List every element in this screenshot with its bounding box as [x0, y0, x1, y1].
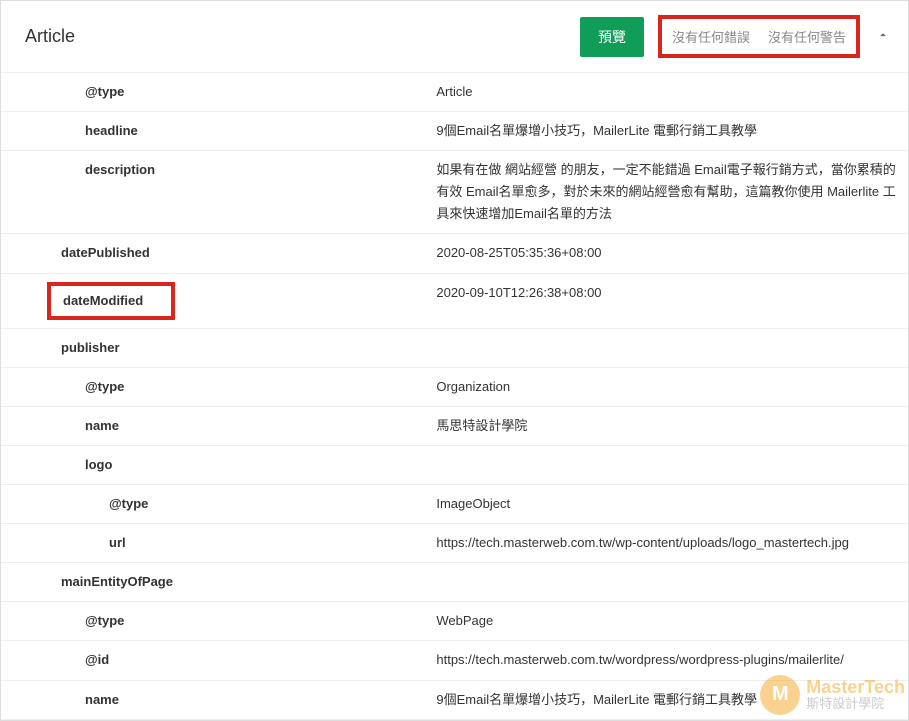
property-key: dateModified: [47, 282, 175, 320]
property-key: @type: [1, 610, 124, 632]
property-value: 9個Email名單爆增小技巧，MailerLite 電郵行銷工具教學: [436, 680, 908, 719]
table-row: dateModified 2020-09-10T12:26:38+08:00: [1, 273, 908, 328]
properties-table: @type Article headline 9個Email名單爆增小技巧，Maile…: [1, 73, 908, 720]
structured-data-panel: Article 預覽 沒有任何錯誤 沒有任何警告 @typeArticlehea…: [0, 0, 909, 721]
property-value: 2020-08-25T05:35:36+08:00: [436, 234, 908, 273]
table-row: @type Article: [1, 73, 908, 112]
property-value: Article: [436, 73, 908, 112]
table-row: logo: [1, 445, 908, 484]
property-value: 9個Email名單爆增小技巧，MailerLite 電郵行銷工具教學: [436, 112, 908, 151]
property-value: 2020-09-10T12:26:38+08:00: [436, 273, 908, 328]
table-row: publisher: [1, 328, 908, 367]
property-key: mainEntityOfPage: [1, 571, 173, 593]
table-row: @type ImageObject: [1, 485, 908, 524]
table-row: url https://tech.masterweb.com.tw/wp-cont…: [1, 524, 908, 563]
property-key: @type: [1, 376, 124, 398]
chevron-up-icon: [876, 28, 890, 45]
table-row: name 馬思特設計學院: [1, 406, 908, 445]
table-row: description 如果有在做 網站經營 的朋友，一定不能錯過 Email電子…: [1, 151, 908, 234]
table-row: datePublished 2020-08-25T05:35:36+08:00: [1, 234, 908, 273]
panel-header: Article 預覽 沒有任何錯誤 沒有任何警告: [1, 1, 908, 73]
property-key: @type: [1, 81, 124, 103]
preview-button[interactable]: 預覽: [580, 17, 644, 57]
property-value: https://tech.masterweb.com.tw/wp-content…: [436, 524, 908, 563]
property-value: Organization: [436, 367, 908, 406]
property-key: description: [1, 159, 155, 181]
table-row: headline 9個Email名單爆增小技巧，MailerLite 電郵行銷工具…: [1, 112, 908, 151]
property-key: headline: [1, 120, 138, 142]
table-row: mainEntityOfPage: [1, 563, 908, 602]
property-value: 如果有在做 網站經營 的朋友，一定不能錯過 Email電子報行銷方式，當你累積的…: [436, 151, 908, 234]
status-no-errors: 沒有任何錯誤: [672, 27, 750, 46]
property-key: name: [1, 689, 119, 711]
panel-title: Article: [25, 26, 75, 47]
property-value: [436, 445, 908, 484]
property-value: 馬思特設計學院: [436, 406, 908, 445]
table-row: @type Organization: [1, 367, 908, 406]
table-row: @type WebPage: [1, 602, 908, 641]
status-no-warnings: 沒有任何警告: [768, 27, 846, 46]
property-value: https://tech.masterweb.com.tw/wordpress/…: [436, 641, 908, 680]
property-value: ImageObject: [436, 485, 908, 524]
property-key: logo: [1, 454, 112, 476]
table-row: name 9個Email名單爆增小技巧，MailerLite 電郵行銷工具教學: [1, 680, 908, 719]
property-key: datePublished: [1, 242, 150, 264]
property-key: @id: [1, 649, 109, 671]
property-key: @type: [1, 493, 148, 515]
property-value: WebPage: [436, 602, 908, 641]
status-group: 沒有任何錯誤 沒有任何警告: [658, 15, 860, 58]
property-key: publisher: [1, 337, 120, 359]
table-row: @id https://tech.masterweb.com.tw/wordpre…: [1, 641, 908, 680]
property-key: name: [1, 415, 119, 437]
collapse-toggle[interactable]: [876, 30, 890, 44]
property-value: [436, 328, 908, 367]
property-value: [436, 563, 908, 602]
property-key: url: [1, 532, 126, 554]
